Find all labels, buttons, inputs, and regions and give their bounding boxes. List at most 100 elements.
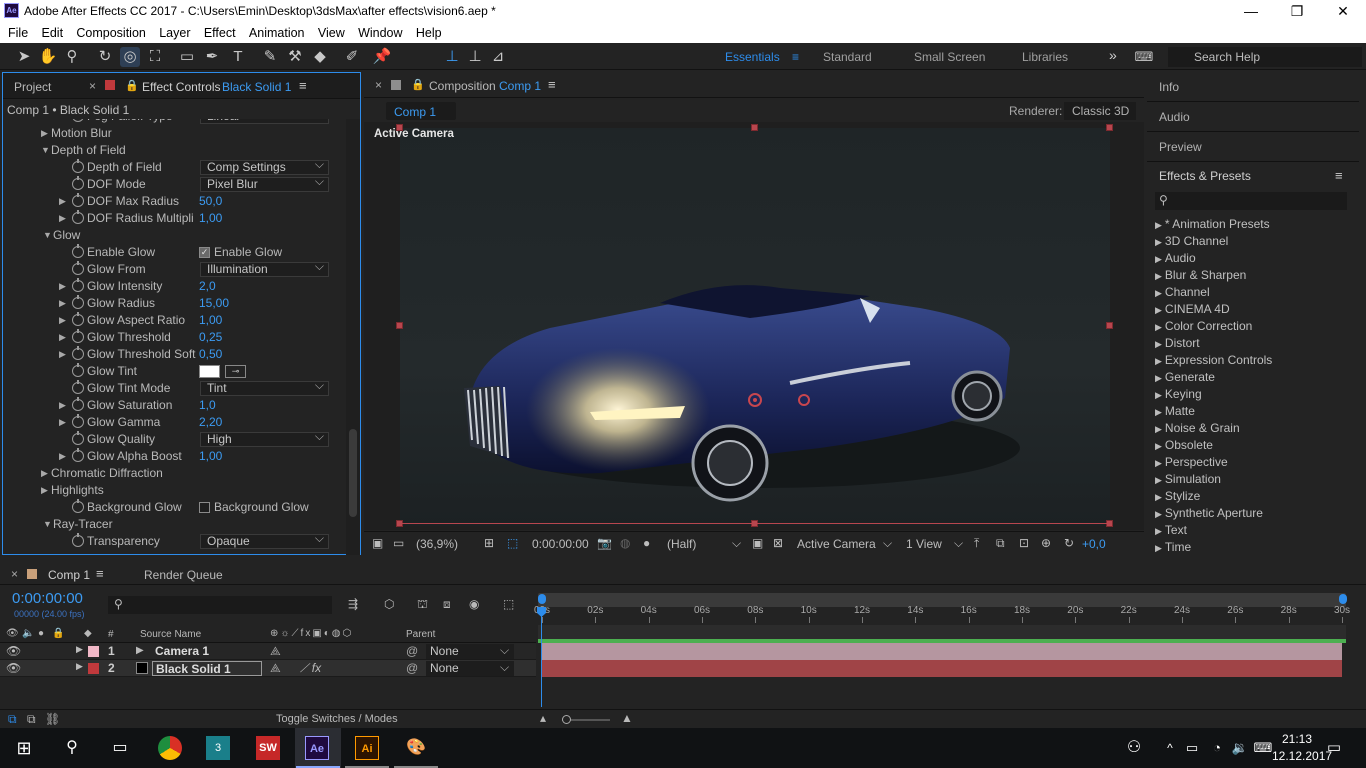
effect-property-value[interactable]: 50,0 — [199, 193, 222, 210]
menu-window[interactable]: Window — [358, 22, 402, 40]
sync-settings-icon[interactable]: ⌨ — [1134, 47, 1154, 67]
close-composition-tab-icon[interactable]: × — [375, 78, 382, 92]
local-axis-mode-icon[interactable]: ⊥ — [442, 47, 462, 67]
effect-category-item[interactable]: ▶ Blur & Sharpen — [1155, 268, 1246, 282]
timeline-layer-row[interactable]: 👁 ▶ 2 Black Solid 1 ⟁ ⟋ fx @ None ⌵ — [0, 660, 536, 677]
timeline-zoom-thumb[interactable] — [562, 715, 571, 724]
task-view-icon[interactable]: ▭ — [108, 736, 132, 760]
effect-property-dropdown[interactable]: High — [200, 430, 329, 447]
effect-property-row[interactable]: ▶ Highlights — [3, 482, 348, 499]
effect-category-item[interactable]: ▶ Channel — [1155, 285, 1210, 299]
expand-triangle-icon[interactable]: ▶ — [1155, 339, 1162, 349]
eraser-tool-icon[interactable]: ◆ — [310, 47, 330, 67]
zoom-in-icon[interactable]: ▲ — [621, 711, 633, 725]
effect-category-item[interactable]: ▶ Keying — [1155, 387, 1202, 401]
timeline-current-time[interactable]: 0:00:00:00 — [12, 590, 83, 607]
channels-icon[interactable]: ● — [643, 536, 650, 550]
effect-property-row[interactable]: Glow Tint ⊸ — [3, 363, 348, 380]
effect-property-value[interactable]: 0,25 — [199, 329, 222, 346]
effect-category-item[interactable]: ▶ Simulation — [1155, 472, 1221, 486]
effects-switch-icon[interactable]: ⟋ fx — [300, 661, 321, 676]
effect-property-dropdown[interactable]: Illumination — [200, 260, 329, 277]
effect-category-item[interactable]: ▶ 3D Channel — [1155, 234, 1228, 248]
effect-property-row[interactable]: ▶ Motion Blur — [3, 125, 348, 142]
resolution-dropdown[interactable]: (Half) — [667, 537, 696, 551]
effect-property-dropdown[interactable]: Comp Settings — [200, 158, 329, 175]
effect-property-dropdown[interactable]: Tint — [200, 379, 329, 396]
lock-icon[interactable]: 🔒 — [52, 628, 64, 639]
effect-property-checkbox[interactable]: ✓ — [199, 247, 210, 258]
expand-triangle-icon[interactable]: ▶ — [1155, 271, 1162, 281]
expand-triangle-icon[interactable]: ▶ — [1155, 526, 1162, 536]
effect-property-row[interactable]: ▶ DOF Radius Multipli 1,00 — [3, 210, 348, 227]
comp-navigator-chip[interactable]: Comp 1 — [386, 102, 456, 120]
selection-tool-icon[interactable]: ➤ — [14, 47, 34, 67]
minimize-button[interactable]: — — [1228, 0, 1274, 22]
menu-view[interactable]: View — [318, 22, 345, 40]
video-visibility-icon[interactable]: 👁 — [6, 628, 19, 639]
always-preview-icon[interactable]: ▣ — [372, 536, 383, 550]
expand-triangle-icon[interactable]: ▶ — [41, 482, 48, 499]
clone-stamp-tool-icon[interactable]: ⚒ — [285, 47, 305, 67]
expand-triangle-icon[interactable]: ▶ — [1155, 254, 1162, 264]
timeline-layer-row[interactable]: 👁 ▶ 1 ▶ Camera 1 ⟁ @ None ⌵ — [0, 643, 536, 660]
composition-viewer[interactable] — [400, 128, 1110, 526]
expand-triangle-icon[interactable]: ▶ — [59, 295, 66, 312]
effect-property-row[interactable]: ▶ Glow Alpha Boost 1,00 — [3, 448, 348, 465]
tab-composition-name[interactable]: Comp 1 — [499, 79, 541, 93]
stopwatch-icon[interactable] — [72, 295, 84, 309]
collapse-triangle-icon[interactable]: ▼ — [43, 516, 52, 533]
hand-tool-icon[interactable]: ✋ — [38, 47, 58, 67]
layer-bar-solid[interactable] — [542, 660, 1342, 677]
glow-tint-color-swatch[interactable] — [199, 365, 220, 378]
stopwatch-icon[interactable] — [72, 533, 84, 547]
expand-triangle-icon[interactable]: ▶ — [1155, 390, 1162, 400]
layer-label-color[interactable] — [88, 646, 99, 657]
chevron-down-icon[interactable]: ⌵ — [500, 643, 509, 658]
windows-start-icon[interactable]: ⊞ — [12, 736, 36, 760]
stopwatch-icon[interactable] — [72, 414, 84, 428]
show-snapshot-icon[interactable]: ◍ — [620, 536, 630, 550]
people-icon[interactable]: ⚇ — [1122, 736, 1146, 760]
search-help-input[interactable]: Search Help — [1168, 47, 1362, 67]
paint-icon[interactable]: 🎨 — [404, 736, 428, 760]
camera-chevron-icon[interactable]: ⌵ — [883, 536, 892, 551]
expand-triangle-icon[interactable]: ▶ — [59, 397, 66, 414]
panel-menu-icon[interactable]: ≡ — [1335, 168, 1343, 183]
expand-triangle-icon[interactable]: ▶ — [59, 312, 66, 329]
hide-shy-layers-icon[interactable]: ⛫ — [417, 597, 428, 613]
expand-triangle-icon[interactable]: ▶ — [1155, 441, 1162, 451]
effect-property-value[interactable]: 0,50 — [199, 346, 222, 363]
timeline-search-input[interactable] — [108, 596, 332, 614]
close-timeline-tab-icon[interactable]: × — [11, 567, 18, 581]
effect-category-item[interactable]: ▶ Matte — [1155, 404, 1195, 418]
expand-triangle-icon[interactable]: ▶ — [59, 346, 66, 363]
effect-controls-scrollbar[interactable] — [346, 119, 360, 555]
expand-triangle-icon[interactable]: ▶ — [1155, 322, 1162, 332]
toggle-pixel-aspect-icon[interactable]: ⤒ — [974, 536, 979, 551]
effect-property-row[interactable]: ▶ Glow Threshold Soft 0,50 — [3, 346, 348, 363]
stopwatch-icon[interactable] — [72, 159, 84, 173]
battery-icon[interactable]: ▭ — [1180, 736, 1204, 760]
snapshot-icon[interactable]: 📷 — [597, 536, 612, 550]
effect-category-item[interactable]: ▶ Time — [1155, 540, 1191, 554]
expand-triangle-icon[interactable]: ▶ — [1155, 356, 1162, 366]
expand-triangle-icon[interactable]: ▶ — [59, 414, 66, 431]
reset-exposure-icon[interactable]: ↻ — [1064, 536, 1074, 550]
expand-triangle-icon[interactable]: ▶ — [1155, 373, 1162, 383]
region-of-interest-icon[interactable]: ▣ — [752, 536, 763, 550]
effect-category-item[interactable]: ▶ Generate — [1155, 370, 1215, 384]
layer-handle[interactable] — [1106, 322, 1113, 329]
effect-property-dropdown[interactable]: Opaque — [200, 532, 329, 549]
lock-icon[interactable]: 🔒 — [411, 78, 425, 91]
viewer-timecode[interactable]: 0:00:00:00 — [532, 537, 589, 551]
playhead-line[interactable] — [541, 609, 542, 707]
effect-category-item[interactable]: ▶ Audio — [1155, 251, 1196, 265]
effect-property-row[interactable]: ▶ DOF Max Radius 50,0 — [3, 193, 348, 210]
views-chevron-icon[interactable]: ⌵ — [954, 536, 963, 551]
effect-category-item[interactable]: ▶ Expression Controls — [1155, 353, 1272, 367]
time-ruler[interactable]: 00s02s04s06s08s10s12s14s16s18s20s22s24s2… — [534, 603, 1350, 623]
info-panel-tab[interactable]: Info — [1159, 80, 1179, 94]
expand-triangle-icon[interactable]: ▶ — [41, 465, 48, 482]
tab-timeline-comp[interactable]: Comp 1 — [48, 568, 90, 582]
